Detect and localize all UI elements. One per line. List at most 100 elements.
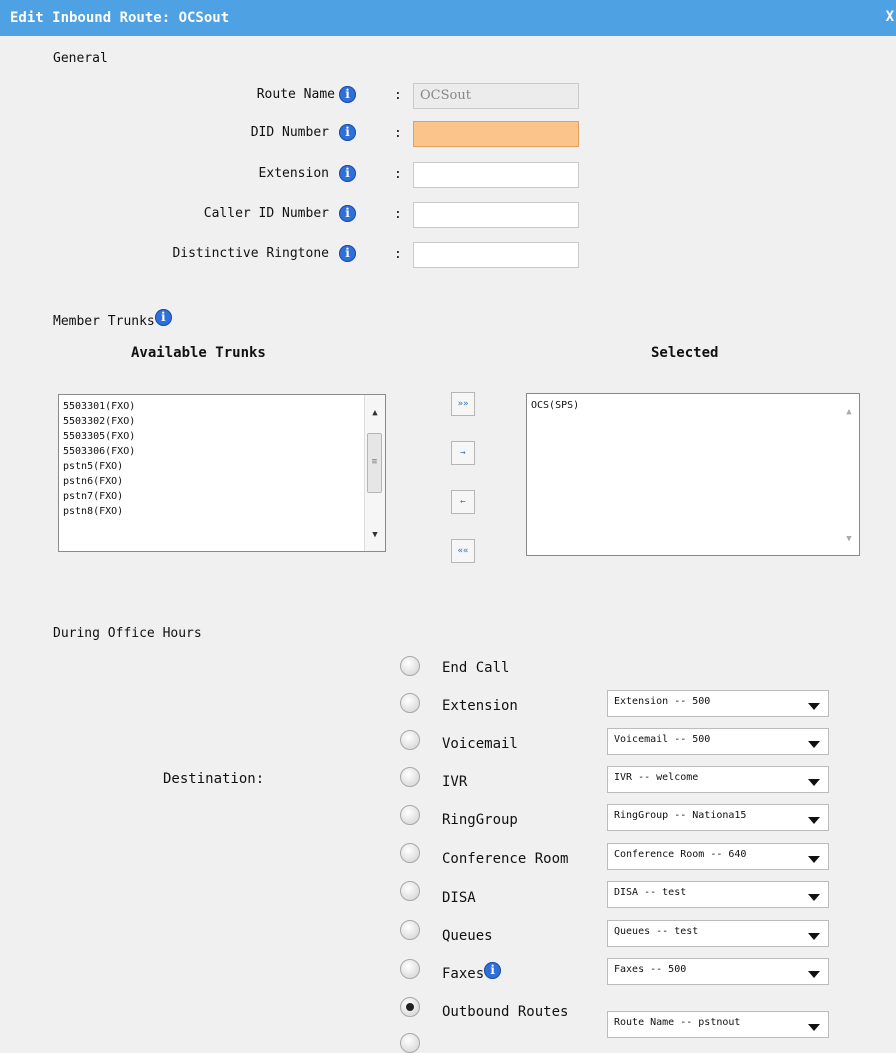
scroll-thumb[interactable]: ≡ <box>367 433 382 493</box>
radio-outbound-routes[interactable] <box>400 997 420 1017</box>
outbound-routes-select[interactable]: Route Name -- pstnout <box>607 1011 829 1038</box>
list-item[interactable]: OCS(SPS) <box>527 398 859 413</box>
select-value: Queues -- test <box>614 926 699 937</box>
radio-disa[interactable] <box>400 881 420 901</box>
select-value: Extension -- 500 <box>614 696 711 707</box>
scroll-up-icon[interactable]: ▲ <box>839 402 859 422</box>
faxes-text: Faxes <box>442 966 485 982</box>
select-value: Conference Room -- 640 <box>614 849 747 860</box>
radio-conference-room[interactable] <box>400 843 420 863</box>
chevron-down-icon <box>808 741 820 748</box>
radio-extension[interactable] <box>400 693 420 713</box>
select-value: Voicemail -- 500 <box>614 734 711 745</box>
scrollbar[interactable]: ▲ ▼ <box>839 394 859 555</box>
colon: : <box>394 88 402 103</box>
option-label-queues: Queues <box>442 928 493 944</box>
caller-id-field[interactable] <box>413 202 579 228</box>
chevron-down-icon <box>808 971 820 978</box>
conference-room-select[interactable]: Conference Room -- 640 <box>607 843 829 870</box>
select-value: DISA -- test <box>614 887 687 898</box>
did-number-text: DID Number <box>250 125 329 140</box>
select-value: IVR -- welcome <box>614 772 699 783</box>
colon: : <box>394 126 402 141</box>
scroll-down-icon[interactable]: ▼ <box>839 529 859 549</box>
scrollbar[interactable]: ▲ ≡ ▼ <box>364 395 385 551</box>
remove-all-button[interactable]: «« <box>451 539 475 563</box>
option-label-outbound-routes: Outbound Routes <box>442 1004 569 1020</box>
option-label-ringgroup: RingGroup <box>442 812 518 828</box>
list-item[interactable]: pstn7(FXO) <box>59 489 385 504</box>
radio-faxes[interactable] <box>400 959 420 979</box>
extension-label: Extension i <box>259 165 356 182</box>
ringgroup-select[interactable]: RingGroup -- Nationa15 <box>607 804 829 831</box>
info-icon[interactable]: i <box>339 124 356 141</box>
route-name-field: OCSout <box>413 83 579 109</box>
option-label-extension: Extension <box>442 698 518 714</box>
info-icon[interactable]: i <box>339 245 356 262</box>
option-label-voicemail: Voicemail <box>442 736 518 752</box>
caller-id-label: Caller ID Number i <box>204 205 356 222</box>
radio-queues[interactable] <box>400 920 420 940</box>
dialog-titlebar: Edit Inbound Route: OCSout X <box>0 0 896 36</box>
list-item[interactable]: pstn5(FXO) <box>59 459 385 474</box>
info-icon[interactable]: i <box>339 165 356 182</box>
radio-partial[interactable] <box>400 1033 420 1053</box>
ringtone-field[interactable] <box>413 242 579 268</box>
ivr-select[interactable]: IVR -- welcome <box>607 766 829 793</box>
select-value: Route Name -- pstnout <box>614 1017 741 1028</box>
radio-ringgroup[interactable] <box>400 805 420 825</box>
disa-select[interactable]: DISA -- test <box>607 881 829 908</box>
info-icon[interactable]: i <box>154 309 172 326</box>
available-trunks-list[interactable]: 5503301(FXO) 5503302(FXO) 5503305(FXO) 5… <box>58 394 386 552</box>
extension-field[interactable] <box>413 162 579 188</box>
chevron-down-icon <box>808 856 820 863</box>
list-item[interactable]: 5503302(FXO) <box>59 414 385 429</box>
info-icon[interactable]: i <box>339 86 356 103</box>
list-item[interactable]: pstn8(FXO) <box>59 504 385 519</box>
member-trunks-text: Member Trunks <box>53 314 155 329</box>
destination-label: Destination: <box>163 771 265 787</box>
chevron-down-icon <box>808 779 820 786</box>
radio-ivr[interactable] <box>400 767 420 787</box>
radio-end-call[interactable] <box>400 656 420 676</box>
selected-trunks-title: Selected <box>651 345 719 361</box>
list-item[interactable]: 5503306(FXO) <box>59 444 385 459</box>
scroll-down-icon[interactable]: ▼ <box>365 525 385 545</box>
selected-trunks-list[interactable]: OCS(SPS) ▲ ▼ <box>526 393 860 556</box>
chevron-down-icon <box>808 1024 820 1031</box>
office-hours-heading: During Office Hours <box>53 626 202 641</box>
route-name-label: Route Name i <box>257 86 356 103</box>
list-item[interactable]: 5503305(FXO) <box>59 429 385 444</box>
chevron-down-icon <box>808 894 820 901</box>
colon: : <box>394 247 402 262</box>
select-value: RingGroup -- Nationa15 <box>614 810 747 821</box>
option-label-end-call: End Call <box>442 660 510 676</box>
queues-select[interactable]: Queues -- test <box>607 920 829 947</box>
list-item[interactable]: pstn6(FXO) <box>59 474 385 489</box>
close-icon[interactable]: X <box>886 9 894 25</box>
extension-select[interactable]: Extension -- 500 <box>607 690 829 717</box>
option-label-disa: DISA <box>442 890 476 906</box>
add-all-button[interactable]: »» <box>451 392 475 416</box>
option-label-conference-room: Conference Room <box>442 851 569 867</box>
remove-button[interactable]: ← <box>451 490 475 514</box>
add-button[interactable]: → <box>451 441 475 465</box>
chevron-down-icon <box>808 933 820 940</box>
route-name-text: Route Name <box>256 87 335 102</box>
member-trunks-heading: Member Trunks i <box>53 309 172 329</box>
radio-voicemail[interactable] <box>400 730 420 750</box>
did-number-field[interactable] <box>413 121 579 147</box>
list-item[interactable]: 5503301(FXO) <box>59 399 385 414</box>
voicemail-select[interactable]: Voicemail -- 500 <box>607 728 829 755</box>
available-trunks-items: 5503301(FXO) 5503302(FXO) 5503305(FXO) 5… <box>59 395 385 519</box>
scroll-up-icon[interactable]: ▲ <box>365 403 385 423</box>
info-icon[interactable]: i <box>484 961 502 979</box>
general-heading: General <box>53 51 108 66</box>
extension-text: Extension <box>258 166 329 181</box>
ringtone-label: Distinctive Ringtone i <box>172 245 356 262</box>
faxes-select[interactable]: Faxes -- 500 <box>607 958 829 985</box>
info-icon[interactable]: i <box>339 205 356 222</box>
dialog-title: Edit Inbound Route: OCSout <box>10 10 230 26</box>
colon: : <box>394 167 402 182</box>
select-value: Faxes -- 500 <box>614 964 687 975</box>
